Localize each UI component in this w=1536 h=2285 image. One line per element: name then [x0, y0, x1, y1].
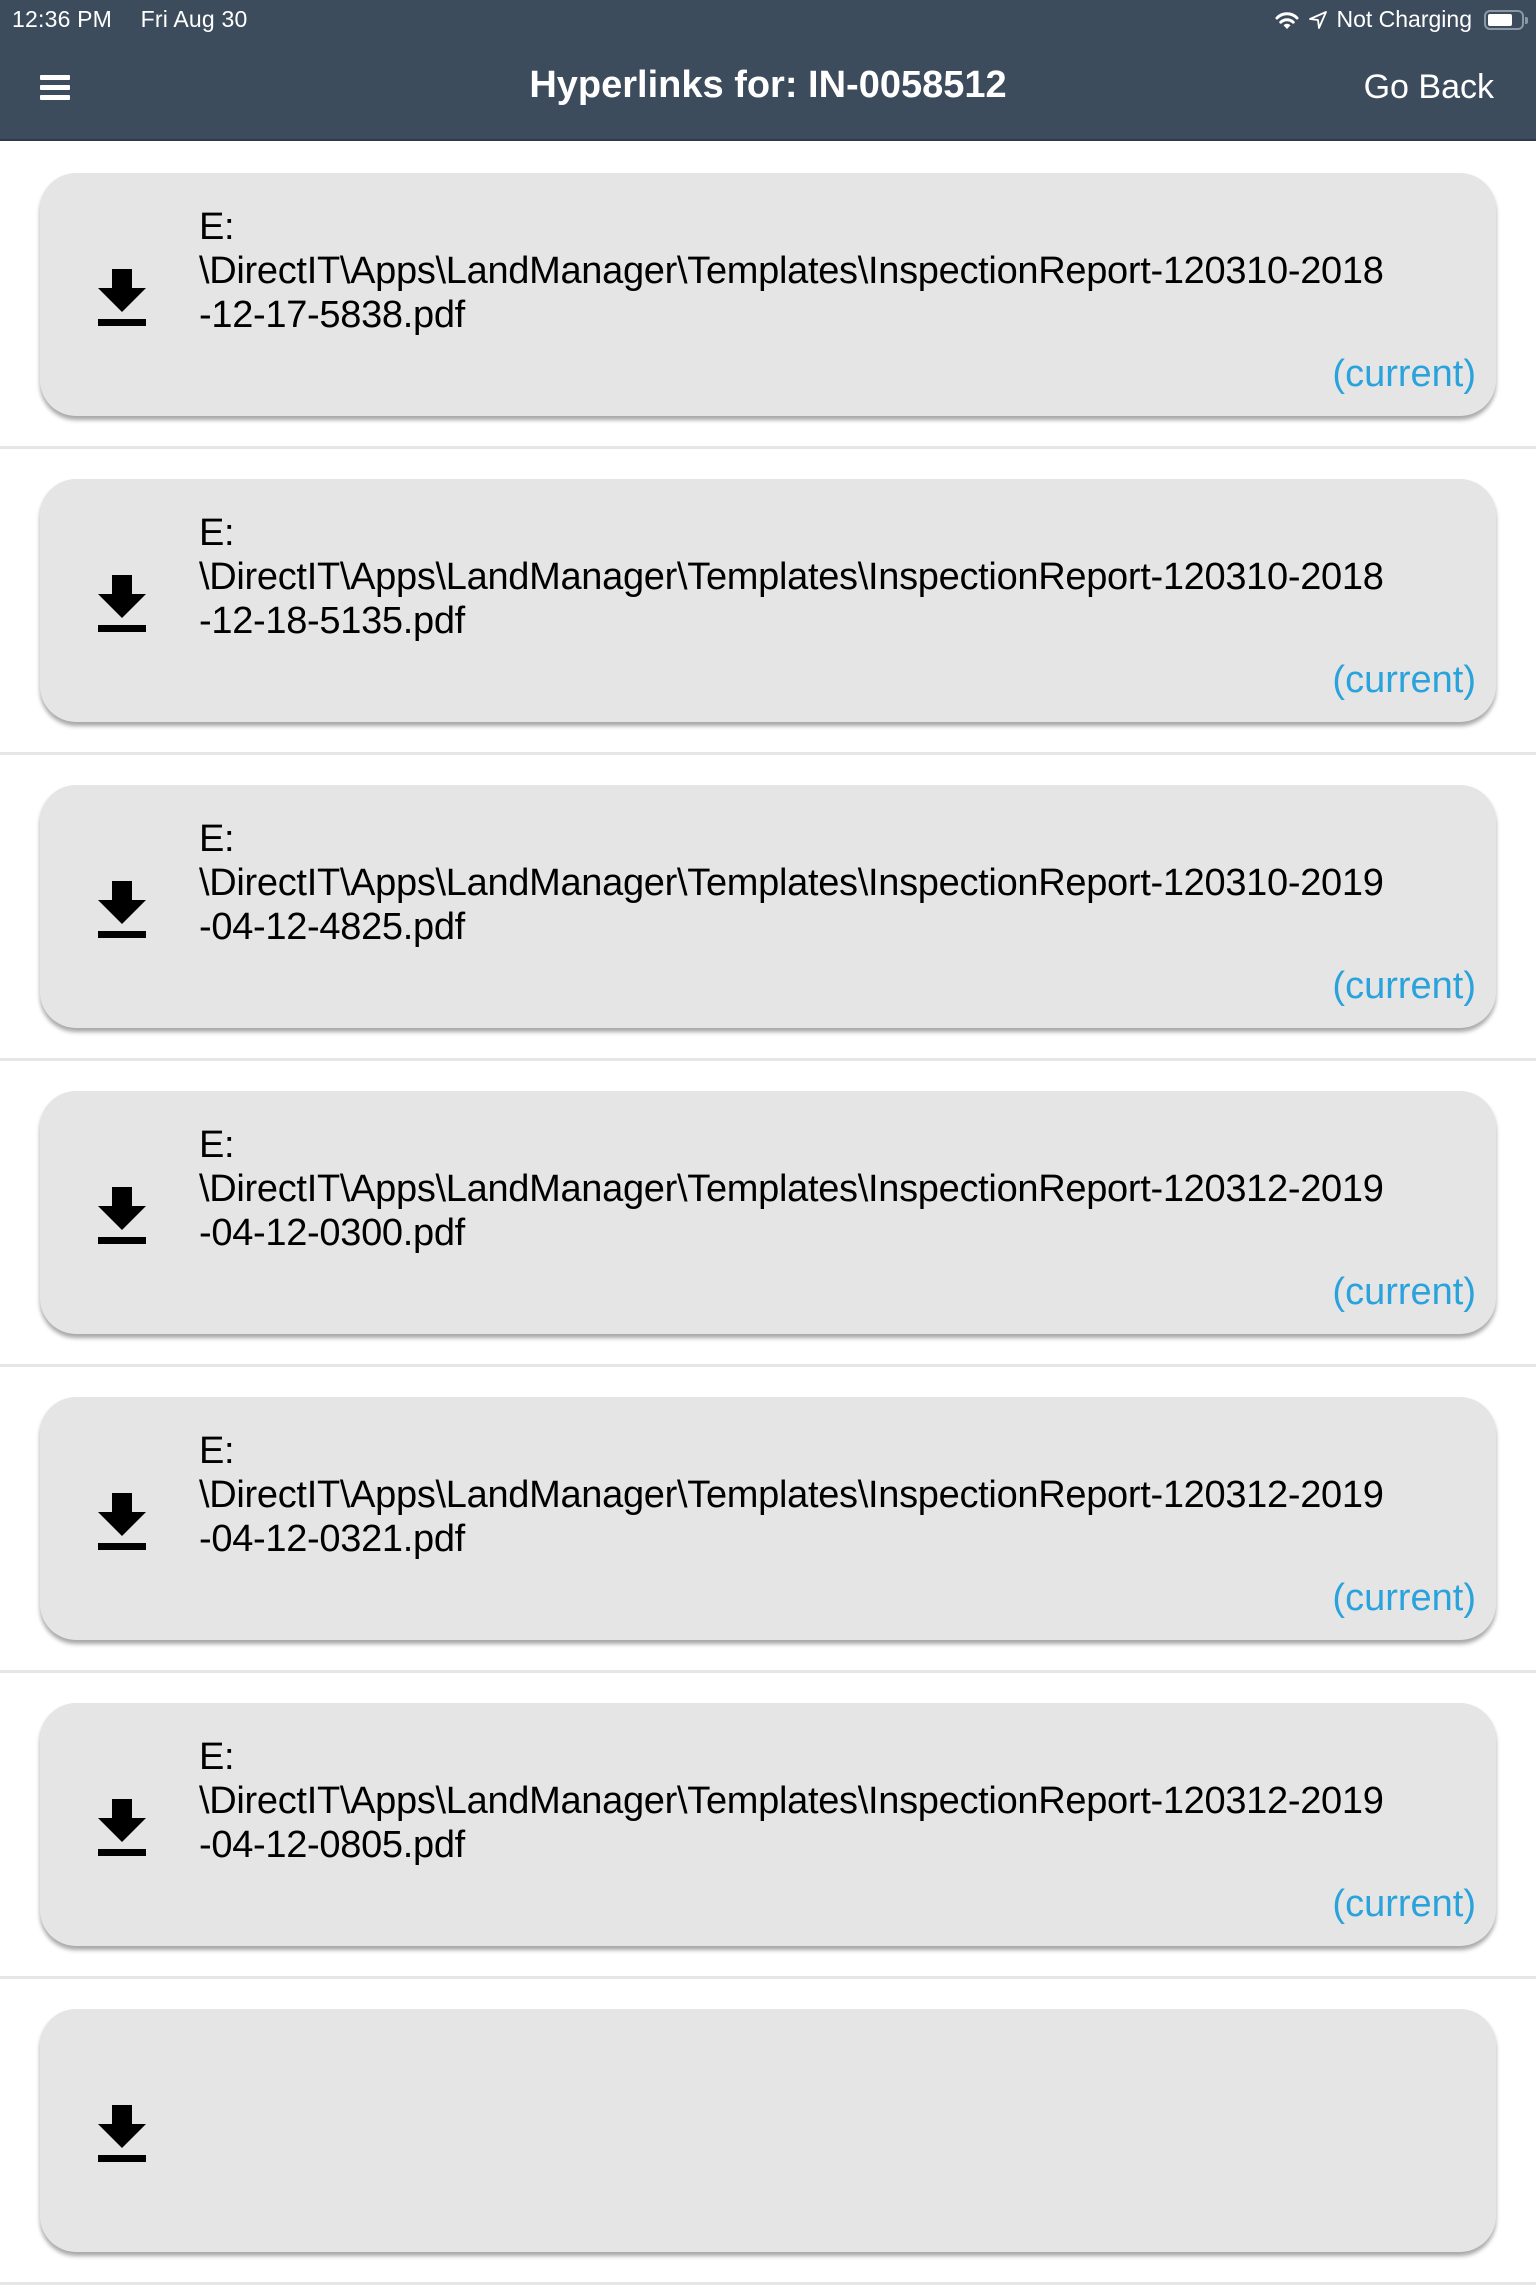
- path-drive: E:: [199, 512, 235, 554]
- path-directory: \DirectIT\Apps\LandManager\Templates\Ins…: [199, 1780, 1384, 1822]
- download-icon[interactable]: [96, 1187, 148, 1247]
- current-version-tag: (current): [1332, 1577, 1476, 1619]
- status-bar-right: Not Charging: [1274, 6, 1528, 33]
- download-icon[interactable]: [96, 1493, 148, 1553]
- current-version-tag: (current): [1332, 1883, 1476, 1925]
- status-time: 12:36 PM: [12, 6, 113, 32]
- hyperlink-path[interactable]: E: \DirectIT\Apps\LandManager\Templates\…: [199, 1429, 1479, 1561]
- hyperlink-card[interactable]: E: \DirectIT\Apps\LandManager\Templates\…: [40, 173, 1496, 416]
- path-drive: E:: [199, 1124, 235, 1166]
- download-icon[interactable]: [96, 269, 148, 329]
- path-drive: E:: [199, 1430, 235, 1472]
- download-icon[interactable]: [96, 1799, 148, 1859]
- list-row: E: \DirectIT\Apps\LandManager\Templates\…: [0, 143, 1536, 449]
- path-filename: -04-12-0805.pdf: [199, 1824, 465, 1866]
- battery-level: [1488, 13, 1512, 26]
- hyperlink-path[interactable]: E: \DirectIT\Apps\LandManager\Templates\…: [199, 1735, 1479, 1867]
- list-row: E: \DirectIT\Apps\LandManager\Templates\…: [0, 755, 1536, 1061]
- path-drive: E:: [199, 1736, 235, 1778]
- path-filename: -12-17-5838.pdf: [199, 294, 465, 336]
- path-filename: -12-18-5135.pdf: [199, 600, 465, 642]
- hyperlink-path[interactable]: E: \DirectIT\Apps\LandManager\Templates\…: [199, 817, 1479, 949]
- wifi-icon: [1274, 10, 1300, 30]
- list-row: [0, 1979, 1536, 2285]
- status-date: Fri Aug 30: [140, 6, 248, 32]
- path-directory: \DirectIT\Apps\LandManager\Templates\Ins…: [199, 1474, 1384, 1516]
- hyperlink-path[interactable]: E: \DirectIT\Apps\LandManager\Templates\…: [199, 511, 1479, 643]
- path-directory: \DirectIT\Apps\LandManager\Templates\Ins…: [199, 250, 1384, 292]
- hyperlink-path[interactable]: E: \DirectIT\Apps\LandManager\Templates\…: [199, 1123, 1479, 1255]
- current-version-tag: (current): [1332, 353, 1476, 395]
- current-version-tag: (current): [1332, 965, 1476, 1007]
- download-icon[interactable]: [96, 2105, 148, 2165]
- top-bar: 12:36 PM Fri Aug 30 Not Charging Hyperli…: [0, 0, 1536, 141]
- path-filename: -04-12-4825.pdf: [199, 906, 465, 948]
- battery-status-text: Not Charging: [1336, 6, 1472, 32]
- path-drive: E:: [199, 206, 235, 248]
- list-row: E: \DirectIT\Apps\LandManager\Templates\…: [0, 449, 1536, 755]
- path-filename: -04-12-0300.pdf: [199, 1212, 465, 1254]
- location-arrow-icon: [1308, 10, 1328, 30]
- path-directory: \DirectIT\Apps\LandManager\Templates\Ins…: [199, 862, 1384, 904]
- hyperlink-card[interactable]: E: \DirectIT\Apps\LandManager\Templates\…: [40, 1091, 1496, 1334]
- current-version-tag: (current): [1332, 1271, 1476, 1313]
- hyperlink-card[interactable]: E: \DirectIT\Apps\LandManager\Templates\…: [40, 1703, 1496, 1946]
- go-back-button[interactable]: Go Back: [1364, 68, 1494, 107]
- hyperlink-card[interactable]: E: \DirectIT\Apps\LandManager\Templates\…: [40, 479, 1496, 722]
- path-filename: -04-12-0321.pdf: [199, 1518, 465, 1560]
- current-version-tag: (current): [1332, 659, 1476, 701]
- download-icon[interactable]: [96, 881, 148, 941]
- list-row: E: \DirectIT\Apps\LandManager\Templates\…: [0, 1367, 1536, 1673]
- path-directory: \DirectIT\Apps\LandManager\Templates\Ins…: [199, 556, 1384, 598]
- page-title: Hyperlinks for: IN-0058512: [529, 64, 1007, 106]
- hyperlink-card[interactable]: [40, 2009, 1496, 2252]
- hyperlink-card[interactable]: E: \DirectIT\Apps\LandManager\Templates\…: [40, 785, 1496, 1028]
- list-row: E: \DirectIT\Apps\LandManager\Templates\…: [0, 1673, 1536, 1979]
- status-bar-left: 12:36 PM Fri Aug 30: [12, 6, 247, 33]
- hyperlink-list: E: \DirectIT\Apps\LandManager\Templates\…: [0, 143, 1536, 2285]
- path-directory: \DirectIT\Apps\LandManager\Templates\Ins…: [199, 1168, 1384, 1210]
- battery-icon: [1484, 9, 1528, 30]
- path-drive: E:: [199, 818, 235, 860]
- hyperlink-path[interactable]: E: \DirectIT\Apps\LandManager\Templates\…: [199, 205, 1479, 337]
- hyperlink-card[interactable]: E: \DirectIT\Apps\LandManager\Templates\…: [40, 1397, 1496, 1640]
- download-icon[interactable]: [96, 575, 148, 635]
- list-row: E: \DirectIT\Apps\LandManager\Templates\…: [0, 1061, 1536, 1367]
